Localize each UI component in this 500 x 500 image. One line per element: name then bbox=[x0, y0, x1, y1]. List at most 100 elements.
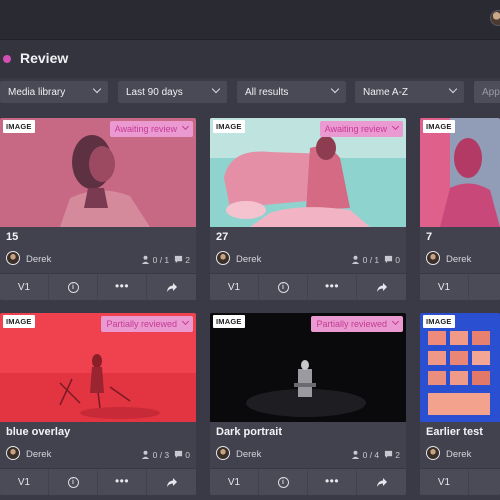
card-title[interactable]: 27 bbox=[216, 231, 228, 243]
share-icon bbox=[166, 283, 177, 292]
media-card[interactable]: IMAGE Awaiting review 15 Derek 0 / 1 2 V… bbox=[0, 118, 196, 300]
chevron-down-icon bbox=[181, 122, 190, 131]
chevron-down-icon bbox=[391, 122, 400, 131]
card-title[interactable]: Dark portrait bbox=[216, 426, 282, 438]
review-status-dropdown[interactable]: Awaiting review bbox=[319, 121, 403, 137]
reviewer-icon bbox=[352, 255, 360, 264]
more-options-button[interactable]: ••• bbox=[98, 469, 146, 495]
media-card[interactable]: IMAGE 7 Derek V1 bbox=[420, 118, 500, 300]
version-button[interactable]: V1 bbox=[420, 274, 468, 300]
comment-count: 0 bbox=[395, 255, 400, 265]
more-options-button[interactable]: ••• bbox=[308, 274, 356, 300]
owner-avatar bbox=[426, 251, 440, 265]
media-type-badge: IMAGE bbox=[423, 120, 455, 133]
info-button[interactable]: i bbox=[259, 274, 307, 300]
media-card[interactable]: IMAGE Partially reviewed blue overlay De… bbox=[0, 313, 196, 495]
info-icon: i bbox=[67, 477, 79, 488]
chevron-down-icon bbox=[92, 84, 102, 94]
status-label: Partially reviewed bbox=[316, 319, 387, 329]
reviewer-count: 0 / 4 bbox=[362, 450, 380, 460]
comment-count: 2 bbox=[395, 450, 400, 460]
card-title[interactable]: Earlier test bbox=[426, 426, 483, 438]
filter-results[interactable]: All results bbox=[237, 81, 346, 103]
review-status-dropdown[interactable]: Partially reviewed bbox=[311, 316, 403, 332]
filter-date-range[interactable]: Last 90 days bbox=[118, 81, 227, 103]
more-icon: ••• bbox=[114, 474, 130, 488]
share-icon bbox=[376, 283, 387, 292]
owner-name: Derek bbox=[236, 449, 262, 460]
comment-icon bbox=[174, 450, 182, 459]
share-button[interactable] bbox=[357, 274, 406, 300]
media-type-badge: IMAGE bbox=[3, 120, 35, 133]
more-options-button[interactable]: ••• bbox=[98, 274, 146, 300]
more-icon: ••• bbox=[324, 474, 340, 488]
thumbnail-image[interactable]: IMAGE Partially reviewed bbox=[0, 313, 196, 422]
version-label: V1 bbox=[227, 477, 241, 488]
review-stats: 0 / 1 2 bbox=[141, 255, 190, 265]
card-actions: V1 i ••• bbox=[0, 273, 196, 300]
card-actions: V1 i ••• bbox=[210, 468, 406, 495]
user-avatar[interactable] bbox=[490, 10, 500, 26]
more-icon: ••• bbox=[324, 279, 340, 293]
version-button[interactable]: V1 bbox=[0, 469, 48, 495]
share-button[interactable] bbox=[147, 469, 196, 495]
media-type-badge: IMAGE bbox=[423, 315, 455, 328]
card-title[interactable]: blue overlay bbox=[6, 426, 70, 438]
page-title: Review bbox=[20, 50, 69, 66]
version-label: V1 bbox=[17, 282, 31, 293]
owner-name: Derek bbox=[26, 254, 52, 265]
thumbnail-image[interactable]: IMAGE bbox=[420, 118, 500, 227]
info-button[interactable] bbox=[469, 274, 500, 300]
page-header bbox=[0, 40, 500, 78]
review-stats: 0 / 1 0 bbox=[351, 255, 400, 265]
comment-count: 0 bbox=[185, 450, 190, 460]
owner-avatar bbox=[216, 251, 230, 265]
owner-name: Derek bbox=[446, 254, 472, 265]
filter-label: Last 90 days bbox=[126, 87, 183, 98]
info-button[interactable]: i bbox=[49, 274, 97, 300]
review-stats: 0 / 3 0 bbox=[141, 450, 190, 460]
review-status-dropdown[interactable]: Partially reviewed bbox=[101, 316, 193, 332]
info-button[interactable] bbox=[469, 469, 500, 495]
thumbnail-image[interactable]: IMAGE Awaiting review bbox=[210, 118, 406, 227]
info-icon: i bbox=[277, 282, 289, 293]
thumbnail-image[interactable]: IMAGE Partially reviewed bbox=[210, 313, 406, 422]
version-button[interactable]: V1 bbox=[0, 274, 48, 300]
owner-name: Derek bbox=[26, 449, 52, 460]
version-label: V1 bbox=[437, 282, 451, 293]
status-label: Awaiting review bbox=[114, 124, 177, 134]
info-button[interactable]: i bbox=[49, 469, 97, 495]
thumbnail-image[interactable]: IMAGE bbox=[420, 313, 500, 422]
reviewer-icon bbox=[142, 450, 150, 459]
filter-media-library[interactable]: Media library bbox=[0, 81, 108, 103]
owner-avatar bbox=[216, 446, 230, 460]
status-label: Partially reviewed bbox=[106, 319, 177, 329]
reviewer-count: 0 / 3 bbox=[152, 450, 170, 460]
owner-name: Derek bbox=[446, 449, 472, 460]
filter-label: Name A-Z bbox=[363, 87, 409, 98]
version-button[interactable]: V1 bbox=[210, 274, 258, 300]
version-label: V1 bbox=[227, 282, 241, 293]
owner-avatar bbox=[426, 446, 440, 460]
top-navigation-bar bbox=[0, 0, 500, 40]
info-button[interactable]: i bbox=[259, 469, 307, 495]
thumbnail-image[interactable]: IMAGE Awaiting review bbox=[0, 118, 196, 227]
media-card[interactable]: IMAGE Partially reviewed Dark portrait D… bbox=[210, 313, 406, 495]
card-title[interactable]: 15 bbox=[6, 231, 18, 243]
more-options-button[interactable]: ••• bbox=[308, 469, 356, 495]
chevron-down-icon bbox=[181, 317, 190, 326]
filter-sort[interactable]: Name A-Z bbox=[355, 81, 464, 103]
share-button[interactable] bbox=[357, 469, 406, 495]
version-button[interactable]: V1 bbox=[420, 469, 468, 495]
card-actions: V1 i ••• bbox=[210, 273, 406, 300]
media-card[interactable]: IMAGE Earlier test Derek V1 bbox=[420, 313, 500, 495]
review-status-dropdown[interactable]: Awaiting review bbox=[109, 121, 193, 137]
reviewer-count: 0 / 1 bbox=[152, 255, 170, 265]
media-card[interactable]: IMAGE Awaiting review 27 Derek 0 / 1 0 V… bbox=[210, 118, 406, 300]
owner-avatar bbox=[6, 251, 20, 265]
filter-app[interactable]: App bbox=[474, 81, 500, 103]
share-button[interactable] bbox=[147, 274, 196, 300]
card-title[interactable]: 7 bbox=[426, 231, 432, 243]
version-button[interactable]: V1 bbox=[210, 469, 258, 495]
more-icon: ••• bbox=[114, 279, 130, 293]
